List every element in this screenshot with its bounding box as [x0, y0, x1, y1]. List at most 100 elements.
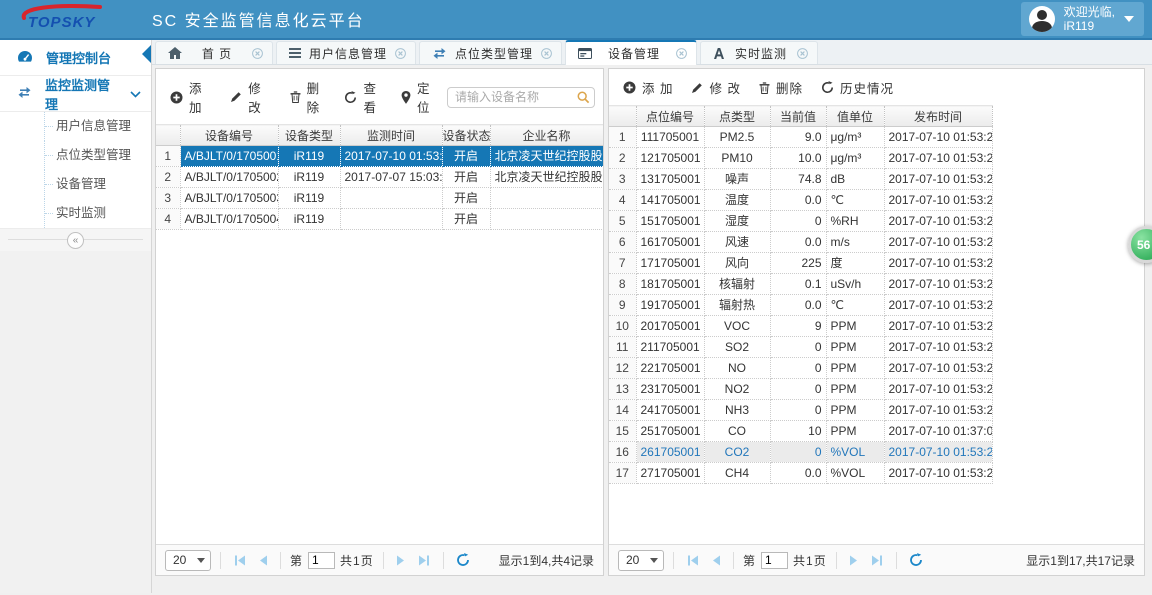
- search-icon[interactable]: [577, 91, 590, 109]
- table-cell[interactable]: 171705001: [636, 252, 705, 274]
- table-cell[interactable]: A/BJLT/0/1705003: [180, 187, 279, 209]
- sidebar-item-point-type[interactable]: 点位类型管理: [44, 141, 151, 170]
- column-header[interactable]: 点位编号: [636, 105, 705, 127]
- table-cell[interactable]: PPM: [826, 378, 885, 400]
- table-row[interactable]: 9 191705001 辐射热 0.0 ℃ 2017-07-10 01:53:21: [609, 294, 993, 316]
- table-cell[interactable]: CO2: [704, 441, 771, 463]
- table-cell[interactable]: 201705001: [636, 315, 705, 337]
- table-cell[interactable]: 2017-07-07 15:03:05: [340, 166, 443, 188]
- column-header[interactable]: 值单位: [826, 105, 885, 127]
- page-size-select[interactable]: 20: [618, 549, 664, 571]
- refresh-icon[interactable]: [453, 553, 473, 567]
- tab-realtime[interactable]: 实时监测: [700, 41, 819, 64]
- table-cell[interactable]: A/BJLT/0/1705004: [180, 208, 279, 230]
- table-cell[interactable]: PM2.5: [704, 126, 771, 148]
- table-row[interactable]: 5 151705001 湿度 0 %RH 2017-07-10 01:53:22: [609, 210, 993, 232]
- table-cell[interactable]: 0: [770, 336, 827, 358]
- table-row[interactable]: 7 171705001 风向 225 度 2017-07-10 01:53:21: [609, 252, 993, 274]
- table-cell[interactable]: 度: [826, 252, 885, 274]
- table-cell[interactable]: 10: [770, 420, 827, 442]
- table-cell[interactable]: μg/m³: [826, 126, 885, 148]
- table-cell[interactable]: 0.0: [770, 189, 827, 211]
- table-cell[interactable]: 221705001: [636, 357, 705, 379]
- next-page-button[interactable]: [393, 555, 409, 566]
- table-cell[interactable]: 0.0: [770, 462, 827, 484]
- table-row[interactable]: 2 121705001 PM10 10.0 μg/m³ 2017-07-10 01:53:…: [609, 147, 993, 169]
- table-cell[interactable]: A/BJLT/0/1705001: [180, 145, 279, 167]
- table-cell[interactable]: PPM: [826, 399, 885, 421]
- table-row[interactable]: 2A/BJLT/0/1705002iR1192017-07-07 15:03:0…: [156, 166, 603, 188]
- column-header[interactable]: 发布时间: [884, 105, 993, 127]
- table-row[interactable]: 3 A/BJLT/0/1705003 iR119 开启: [156, 187, 603, 209]
- table-cell[interactable]: 271705001: [636, 462, 705, 484]
- close-icon[interactable]: [541, 47, 552, 59]
- delete-button[interactable]: 删除: [751, 75, 811, 100]
- table-cell[interactable]: [340, 208, 443, 230]
- table-cell[interactable]: 2017-07-10 01:53:21: [884, 273, 993, 295]
- table-cell[interactable]: NH3: [704, 399, 771, 421]
- table-cell[interactable]: 北京凌天世纪控股股份有限公司: [490, 166, 603, 188]
- next-page-button[interactable]: [846, 555, 862, 566]
- table-cell[interactable]: VOC: [704, 315, 771, 337]
- table-cell[interactable]: 2017-07-10 01:53:21: [884, 147, 993, 169]
- table-cell[interactable]: 2017-07-10 01:53:21: [884, 252, 993, 274]
- table-cell[interactable]: dB: [826, 168, 885, 190]
- column-header[interactable]: 设备类型: [278, 124, 341, 146]
- table-cell[interactable]: 131705001: [636, 168, 705, 190]
- last-page-button[interactable]: [414, 555, 434, 566]
- table-cell[interactable]: 2017-07-10 01:53:21: [884, 399, 993, 421]
- first-page-button[interactable]: [230, 555, 250, 566]
- table-cell[interactable]: 251705001: [636, 420, 705, 442]
- table-cell[interactable]: 2017-07-10 01:53:22: [884, 189, 993, 211]
- table-cell[interactable]: 2017-07-10 01:37:01: [884, 420, 993, 442]
- column-header[interactable]: 点类型: [704, 105, 771, 127]
- table-cell[interactable]: 湿度: [704, 210, 771, 232]
- table-row[interactable]: 1A/BJLT/0/1705001iR1192017-07-10 01:53:2…: [156, 145, 603, 167]
- tab-user-info[interactable]: 用户信息管理: [276, 41, 417, 64]
- close-icon[interactable]: [797, 47, 808, 59]
- table-cell[interactable]: 211705001: [636, 336, 705, 358]
- table-cell[interactable]: [490, 208, 603, 230]
- close-icon[interactable]: [252, 47, 263, 59]
- close-icon[interactable]: [395, 47, 406, 59]
- table-cell[interactable]: PPM: [826, 336, 885, 358]
- sidebar-item-monitor-mgmt[interactable]: 监控监测管理: [0, 76, 151, 112]
- page-number-input[interactable]: [308, 551, 336, 569]
- tab-home[interactable]: 首 页: [155, 41, 273, 64]
- table-row[interactable]: 6 161705001 风速 0.0 m/s 2017-07-10 01:53:21: [609, 231, 993, 253]
- table-cell[interactable]: 231705001: [636, 378, 705, 400]
- column-header[interactable]: 设备状态: [442, 124, 491, 146]
- table-cell[interactable]: 开启: [442, 187, 491, 209]
- table-cell[interactable]: 2017-07-10 01:53:22: [884, 441, 993, 463]
- table-cell[interactable]: 2017-07-10 01:53:22: [340, 145, 443, 167]
- locate-button[interactable]: 定位: [393, 75, 445, 119]
- table-cell[interactable]: 111705001: [636, 126, 705, 148]
- table-cell[interactable]: 核辐射: [704, 273, 771, 295]
- table-cell[interactable]: 0: [770, 399, 827, 421]
- table-cell[interactable]: 74.8: [770, 168, 827, 190]
- table-cell[interactable]: iR119: [278, 208, 341, 230]
- add-button[interactable]: 添 加: [162, 75, 220, 119]
- column-header[interactable]: 设备编号: [180, 124, 279, 146]
- table-cell[interactable]: 2017-07-10 01:53:22: [884, 336, 993, 358]
- table-cell[interactable]: μg/m³: [826, 147, 885, 169]
- table-cell[interactable]: ℃: [826, 189, 885, 211]
- view-button[interactable]: 查看: [336, 75, 391, 119]
- table-cell[interactable]: ℃: [826, 294, 885, 316]
- table-cell[interactable]: CH4: [704, 462, 771, 484]
- table-cell[interactable]: 风速: [704, 231, 771, 253]
- last-page-button[interactable]: [867, 555, 887, 566]
- close-icon[interactable]: [676, 48, 687, 59]
- table-cell[interactable]: PM10: [704, 147, 771, 169]
- table-cell[interactable]: 0.0: [770, 294, 827, 316]
- edit-button[interactable]: 修 改: [683, 75, 748, 100]
- table-cell[interactable]: 2017-07-10 01:53:21: [884, 294, 993, 316]
- table-cell[interactable]: m/s: [826, 231, 885, 253]
- sidebar-item-console[interactable]: 管理控制台: [0, 40, 151, 76]
- refresh-icon[interactable]: [906, 553, 926, 567]
- table-cell[interactable]: 9.0: [770, 126, 827, 148]
- search-input[interactable]: [447, 86, 595, 108]
- table-cell[interactable]: [490, 187, 603, 209]
- table-cell[interactable]: 225: [770, 252, 827, 274]
- table-cell[interactable]: iR119: [278, 166, 341, 188]
